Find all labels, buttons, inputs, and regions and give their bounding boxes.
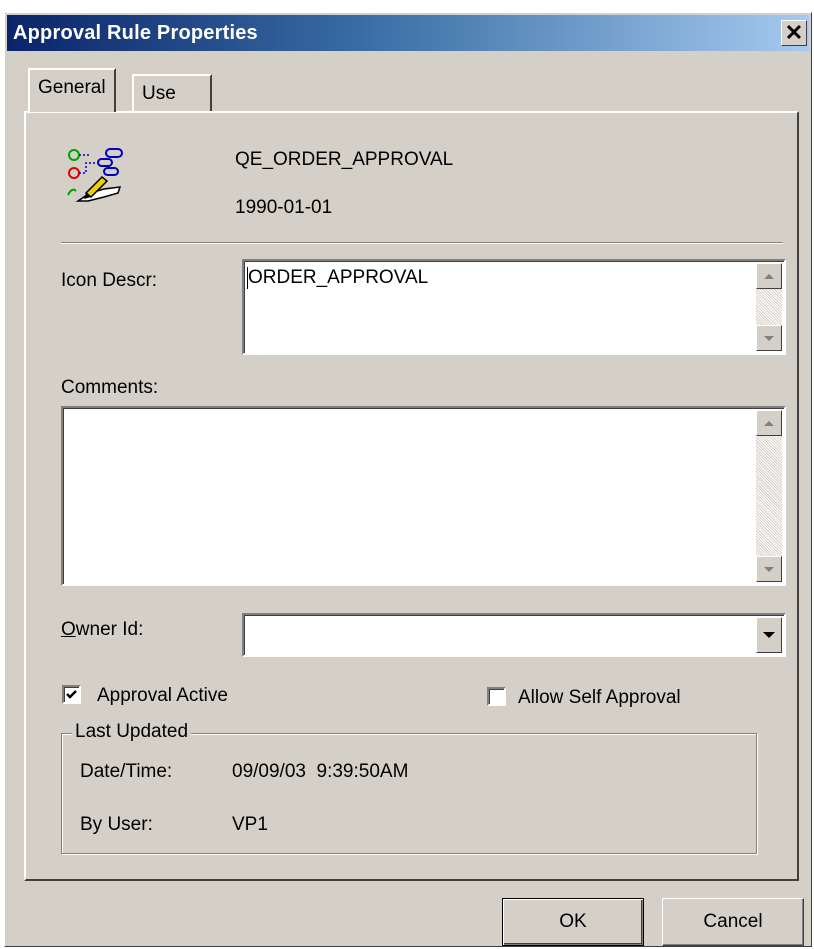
- dialog-title: Approval Rule Properties: [13, 22, 258, 44]
- by-user-label: By User:: [80, 814, 153, 835]
- general-tab-panel: QE_ORDER_APPROVAL 1990-01-01 Icon Descr:…: [24, 111, 799, 881]
- scroll-down-button[interactable]: [756, 325, 782, 351]
- arrow-down-icon: [764, 335, 774, 341]
- comments-scrollbar[interactable]: [756, 410, 782, 582]
- datetime-label: Date/Time:: [80, 761, 173, 782]
- icon-descr-value: ORDER_APPROVAL: [248, 267, 429, 288]
- owner-id-accelerator: O: [61, 619, 76, 640]
- datetime-value: 09/09/03 9:39:50AM: [232, 761, 409, 782]
- approval-active-label[interactable]: Approval Active: [97, 685, 228, 707]
- header-divider: [61, 242, 783, 244]
- last-updated-legend: Last Updated: [72, 721, 192, 743]
- arrow-down-icon: [764, 566, 774, 572]
- approval-active-checkbox[interactable]: [62, 685, 81, 704]
- icon-descr-label: Icon Descr:: [61, 270, 158, 291]
- icon-descr-scrollbar[interactable]: [756, 263, 782, 351]
- allow-self-approval-checkbox[interactable]: [487, 687, 506, 706]
- approval-rule-properties-dialog: Approval Rule Properties ✕ General Use Q…: [4, 12, 812, 947]
- ok-button[interactable]: OK: [502, 898, 644, 946]
- owner-id-dropdown[interactable]: [242, 613, 786, 657]
- ok-button-label: OK: [559, 911, 587, 932]
- tab-general[interactable]: General: [28, 68, 116, 112]
- effective-date: 1990-01-01: [235, 197, 333, 218]
- comments-label: Comments:: [61, 377, 159, 398]
- cancel-button-label: Cancel: [703, 911, 763, 932]
- owner-id-label: Owner Id:: [61, 619, 143, 641]
- arrow-up-icon: [764, 273, 774, 279]
- by-user-value: VP1: [232, 814, 268, 835]
- last-updated-group: Last Updated Date/Time: 09/09/03 9:39:50…: [61, 721, 757, 854]
- tab-general-label: General: [38, 77, 106, 98]
- checkmark-icon: [66, 690, 77, 699]
- owner-id-label-text: wner Id:: [75, 619, 144, 640]
- arrow-up-icon: [764, 420, 774, 426]
- approval-rule-icon: [67, 148, 123, 202]
- owner-id-dropdown-button[interactable]: [756, 617, 782, 653]
- rule-name: QE_ORDER_APPROVAL: [235, 149, 454, 170]
- close-button[interactable]: ✕: [781, 20, 807, 46]
- cancel-button[interactable]: Cancel: [662, 898, 804, 946]
- tab-use-label: Use: [142, 83, 176, 104]
- title-bar[interactable]: Approval Rule Properties ✕: [7, 15, 809, 51]
- allow-self-approval-label[interactable]: Allow Self Approval: [518, 687, 681, 709]
- icon-descr-field[interactable]: ORDER_APPROVAL: [242, 259, 786, 355]
- scroll-down-button[interactable]: [756, 556, 782, 582]
- close-icon: ✕: [784, 20, 804, 45]
- tab-use[interactable]: Use: [132, 74, 212, 112]
- comments-field[interactable]: [61, 406, 786, 586]
- chevron-down-icon: [763, 632, 775, 638]
- scroll-up-button[interactable]: [756, 263, 782, 289]
- scroll-up-button[interactable]: [756, 410, 782, 436]
